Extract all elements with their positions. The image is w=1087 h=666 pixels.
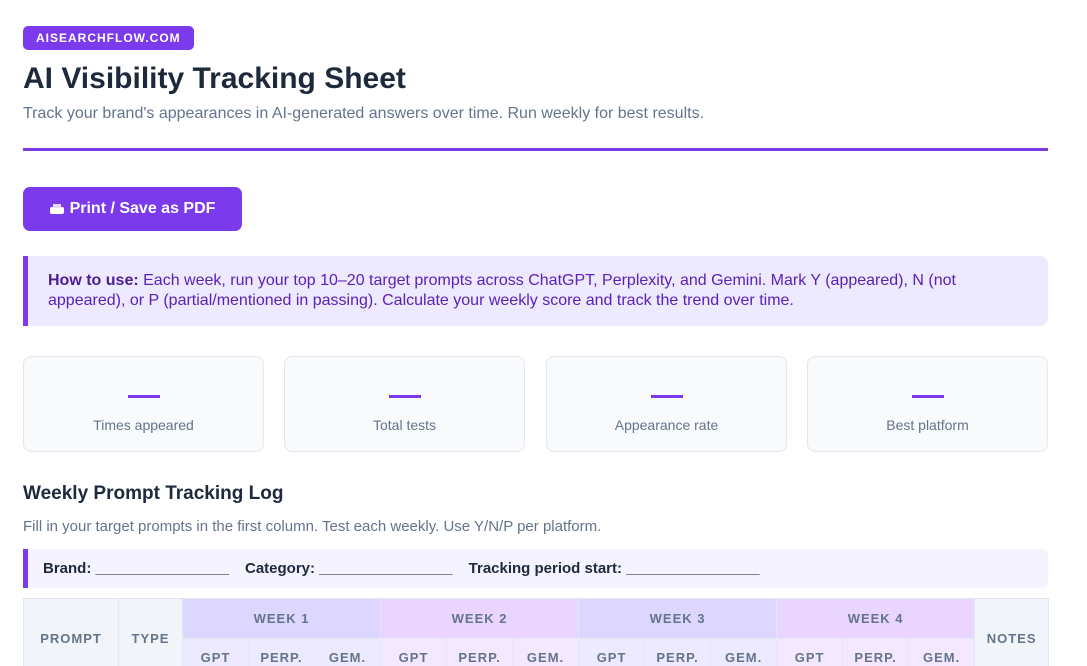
- subheader-perplexity: PERP.: [248, 637, 315, 666]
- section-subtitle: Fill in your target prompts in the first…: [23, 518, 602, 535]
- how-to-use-label: How to use:: [48, 272, 139, 289]
- column-header-prompt: PROMPT: [23, 598, 119, 666]
- how-to-use-callout: How to use: Each week, run your top 10–2…: [23, 256, 1048, 326]
- subheader-gpt: GPT: [380, 637, 448, 666]
- subheader-perplexity: PERP.: [644, 637, 712, 666]
- tracking-period-field[interactable]: Tracking period start: ________________: [469, 560, 760, 577]
- how-to-use-text: Each week, run your top 10–20 target pro…: [48, 272, 956, 309]
- page-subtitle: Track your brand's appearances in AI-gen…: [23, 105, 705, 122]
- stat-label: Best platform: [886, 417, 969, 433]
- subheader-gemini: GEM.: [908, 637, 976, 666]
- page-title: AI Visibility Tracking Sheet: [23, 62, 406, 95]
- stat-label: Total tests: [372, 417, 437, 433]
- stat-card-appearance-rate: Appearance rate: [546, 356, 787, 452]
- subheader-gpt: GPT: [182, 637, 249, 666]
- subheader-gemini: GEM.: [710, 637, 778, 666]
- section-title: Weekly Prompt Tracking Log: [23, 483, 284, 504]
- print-save-pdf-button[interactable]: Print / Save as PDF: [23, 187, 242, 231]
- stat-label: Appearance rate: [614, 417, 719, 433]
- stat-value-dash: [911, 395, 944, 398]
- subheader-gemini: GEM.: [512, 637, 580, 666]
- subheader-perplexity: PERP.: [446, 637, 514, 666]
- printer-icon: [49, 203, 64, 215]
- column-header-week-1: WEEK 1: [181, 598, 382, 639]
- column-header-week-2: WEEK 2: [380, 598, 580, 639]
- header-divider: [23, 148, 1048, 151]
- stat-card-times-appeared: Times appeared: [23, 356, 264, 452]
- site-badge: AISEARCHFLOW.COM: [23, 26, 194, 50]
- tracking-meta-bar: Brand: ________________ Category: ______…: [23, 549, 1048, 588]
- tracking-table: PROMPT TYPE WEEK 1 WEEK 2 WEEK 3 WEEK 4 …: [23, 598, 1050, 666]
- column-header-type: TYPE: [118, 598, 183, 666]
- print-button-label: Print / Save as PDF: [69, 200, 216, 217]
- column-header-week-4: WEEK 4: [776, 598, 976, 639]
- column-header-week-3: WEEK 3: [578, 598, 778, 639]
- stat-label: Times appeared: [93, 417, 194, 433]
- stat-value-dash: [388, 395, 421, 398]
- category-field[interactable]: Category: ________________: [245, 560, 453, 577]
- subheader-gemini: GEM.: [313, 637, 382, 666]
- column-header-notes: NOTES: [974, 598, 1050, 666]
- subheader-gpt: GPT: [776, 637, 844, 666]
- stat-value-dash: [127, 395, 160, 398]
- stat-card-total-tests: Total tests: [284, 356, 525, 452]
- stat-card-best-platform: Best platform: [807, 356, 1048, 452]
- brand-field[interactable]: Brand: ________________: [43, 560, 229, 577]
- stat-value-dash: [650, 395, 683, 398]
- subheader-gpt: GPT: [578, 637, 646, 666]
- subheader-perplexity: PERP.: [842, 637, 910, 666]
